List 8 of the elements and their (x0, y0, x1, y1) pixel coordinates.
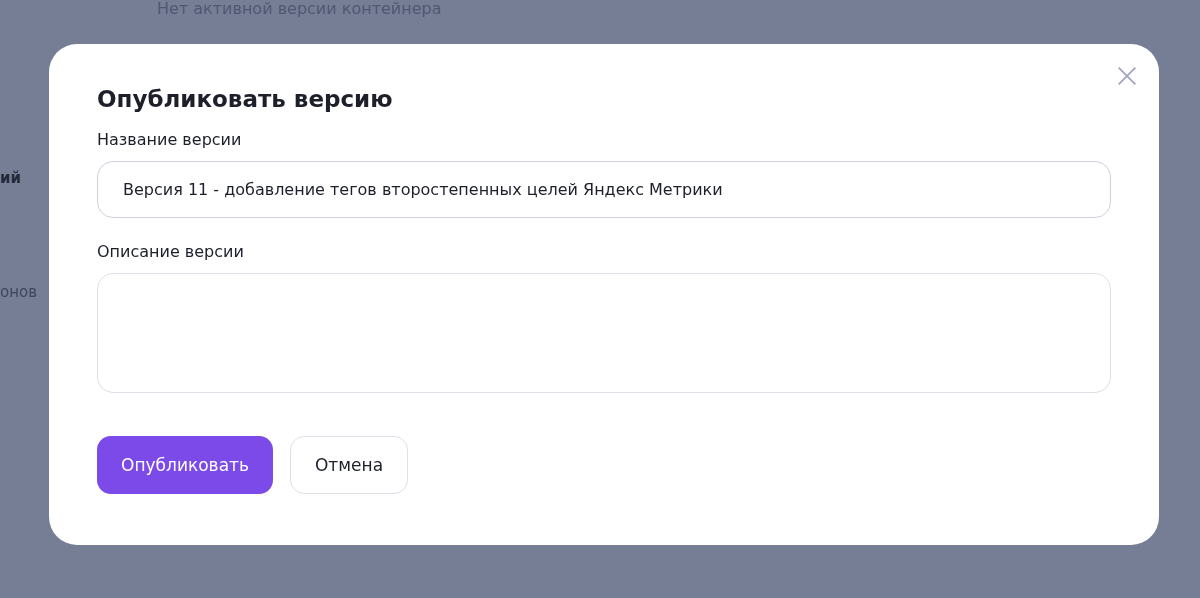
cancel-button[interactable]: Отмена (290, 436, 409, 494)
field-label: Название версии (97, 130, 243, 149)
dialog-title: Опубликовать версию (97, 86, 394, 112)
field-label: Описание версии (97, 242, 245, 261)
version-name-field[interactable]: Версия 11 - добавление тегов второстепенных целей Яндекс Метрики (97, 161, 1111, 218)
close-icon[interactable] (1117, 66, 1137, 86)
version-description-field[interactable] (97, 273, 1111, 393)
publish-button[interactable]: Опубликовать (97, 436, 273, 494)
